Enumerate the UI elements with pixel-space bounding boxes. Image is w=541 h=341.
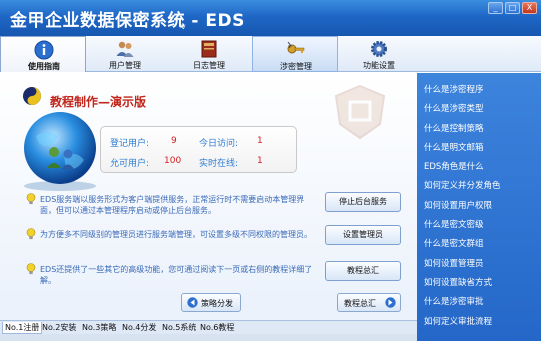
tab-tutorial[interactable]: No.6教程 xyxy=(198,322,236,334)
lightbulb-icon xyxy=(26,228,36,240)
registered-users-label: 登记用户: xyxy=(110,139,150,149)
desc-advanced: EDS还提供了一些其它的高级功能，您可通过阅读下一页或右侧的教程详细了解。 xyxy=(40,265,313,285)
tool-logs[interactable]: 日志管理 xyxy=(166,36,252,72)
sidebar-item-control-policy[interactable]: 什么是控制策略 xyxy=(424,122,484,134)
lightbulb-icon xyxy=(26,193,36,205)
tutorial-tabs: No.1注册 No.2安装 No.3策略 No.4分发 No.5系统 No.6教… xyxy=(0,320,417,334)
tab-distribute[interactable]: No.4分发 xyxy=(120,322,158,334)
tool-settings-label: 功能设置 xyxy=(363,61,395,70)
title-bar: 金甲企业数据保密系统 - EDS v _ □ X xyxy=(0,0,541,36)
tool-settings[interactable]: 功能设置 xyxy=(336,36,422,72)
set-admin-button[interactable]: 设置管理员 xyxy=(325,225,401,245)
prev-page-label: 策略分发 xyxy=(201,299,233,308)
tool-guide[interactable]: 使用指南 xyxy=(0,36,86,72)
tool-users[interactable]: 用户管理 xyxy=(82,36,168,72)
stop-service-button[interactable]: 停止后台服务 xyxy=(325,192,401,212)
tab-system[interactable]: No.5系统 xyxy=(160,322,198,334)
arrow-left-icon xyxy=(187,297,198,308)
help-sidebar: 什么是涉密程序 什么是涉密类型 什么是控制策略 什么是明文邮箱 EDS角色是什么… xyxy=(417,73,541,341)
sidebar-item-cipher-group[interactable]: 什么是密文群组 xyxy=(424,237,484,249)
minimize-button[interactable]: _ xyxy=(488,2,503,14)
tool-logs-label: 日志管理 xyxy=(193,61,225,70)
yinyang-icon xyxy=(23,87,41,105)
tab-register[interactable]: No.1注册 xyxy=(2,322,43,334)
sidebar-item-user-permission[interactable]: 如何设置用户权限 xyxy=(424,199,492,211)
online-users-value: 1 xyxy=(257,156,263,166)
arrow-right-icon xyxy=(385,297,396,308)
main-toolbar: 使用指南 用户管理 日志管理 涉密管理 功能设置 xyxy=(0,36,541,72)
info-icon xyxy=(34,40,54,60)
sidebar-item-define-role[interactable]: 如何定义并分发角色 xyxy=(424,179,501,191)
sidebar-item-approval-flow[interactable]: 如何定义审批流程 xyxy=(424,315,492,327)
window-title: 金甲企业数据保密系统 - EDS xyxy=(10,11,245,31)
registered-users-value: 9 xyxy=(171,136,177,146)
tool-secret[interactable]: 涉密管理 xyxy=(252,36,338,72)
allowed-users-value: 100 xyxy=(164,156,182,166)
tutorial-summary-button[interactable]: 教程总汇 xyxy=(325,261,401,281)
globe-users-icon xyxy=(24,112,96,191)
tab-install[interactable]: No.2安装 xyxy=(40,322,78,334)
tool-secret-label: 涉密管理 xyxy=(280,62,312,71)
lightbulb-icon xyxy=(26,263,36,275)
desc-admin: 为方便多不同级别的管理员进行服务端管理，可设置多级不同权限的管理员。 xyxy=(40,230,312,239)
shield-watermark-icon xyxy=(334,84,386,140)
sidebar-item-plain-mailbox[interactable]: 什么是明文邮箱 xyxy=(424,141,484,153)
gear-icon xyxy=(371,41,387,57)
desc-service: EDS服务端以服务形式为客户端提供服务，正常运行时不需要启动本管理界面，但可以通… xyxy=(40,195,305,215)
today-visits-label: 今日访问: xyxy=(199,139,239,149)
today-visits-value: 1 xyxy=(257,136,263,146)
prev-page-button[interactable]: 策略分发 xyxy=(181,293,241,312)
sidebar-item-secret-approval[interactable]: 什么是涉密审批 xyxy=(424,295,484,307)
sidebar-item-eds-role[interactable]: EDS角色是什么 xyxy=(424,160,484,172)
book-icon xyxy=(201,40,217,58)
close-button[interactable]: X xyxy=(522,2,537,14)
sidebar-item-set-admin[interactable]: 如何设置管理员 xyxy=(424,257,484,269)
users-icon xyxy=(116,41,134,57)
tool-guide-label: 使用指南 xyxy=(28,62,60,71)
maximize-button[interactable]: □ xyxy=(505,2,520,14)
sidebar-item-default-mode[interactable]: 如何设置缺省方式 xyxy=(424,276,492,288)
next-page-button[interactable]: 教程总汇 xyxy=(337,293,401,312)
online-users-label: 实时在线: xyxy=(199,159,239,169)
sidebar-item-secret-type[interactable]: 什么是涉密类型 xyxy=(424,102,484,114)
sidebar-item-secret-program[interactable]: 什么是涉密程序 xyxy=(424,83,484,95)
key-icon xyxy=(287,41,305,54)
next-page-label: 教程总汇 xyxy=(344,299,376,308)
allowed-users-label: 允可用户: xyxy=(110,159,150,169)
stats-box: 登记用户: 9 今日访问: 1 允可用户: 100 实时在线: 1 xyxy=(100,126,297,173)
tab-policy[interactable]: No.3策略 xyxy=(80,322,118,334)
sidebar-item-cipher-level[interactable]: 什么是密文密级 xyxy=(424,218,484,230)
title-chevron-icon[interactable]: v xyxy=(181,22,186,31)
tool-users-label: 用户管理 xyxy=(109,61,141,70)
